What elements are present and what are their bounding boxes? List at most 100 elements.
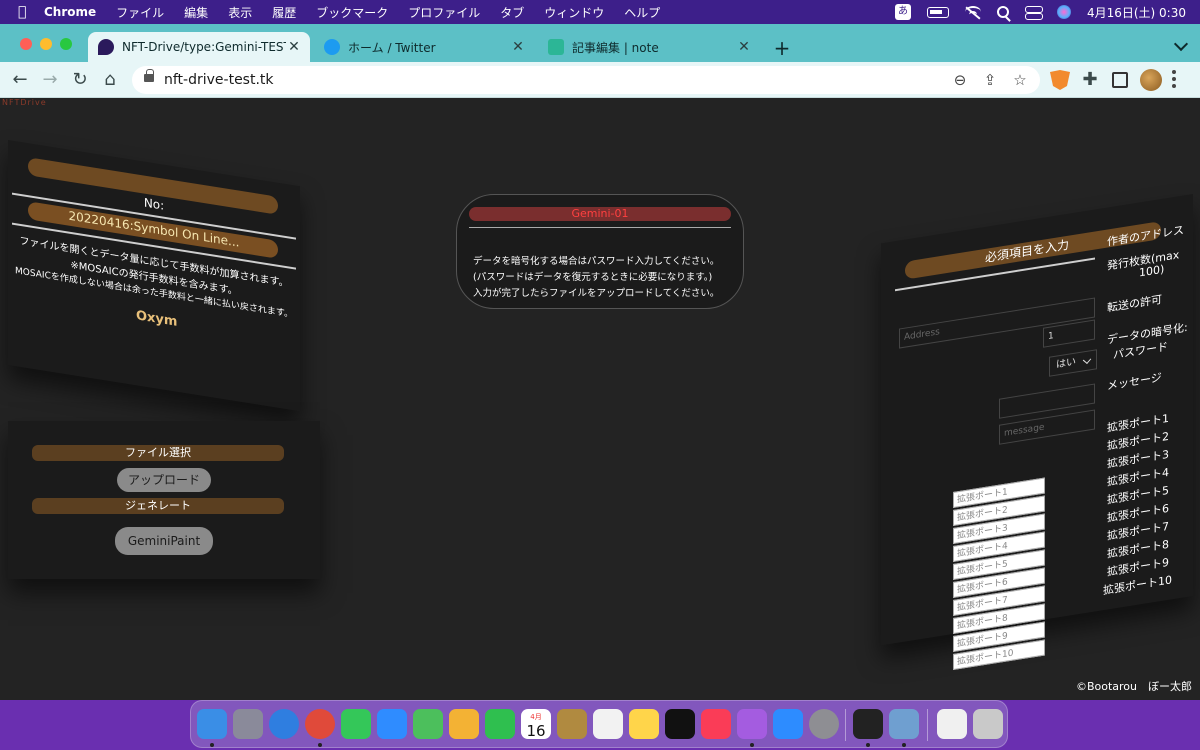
- launchpad-icon[interactable]: [233, 709, 263, 739]
- input-method-icon[interactable]: あ: [894, 4, 911, 20]
- back-arrow-icon[interactable]: ←: [8, 68, 32, 92]
- lock-icon[interactable]: [144, 69, 154, 82]
- menu-bar:  Chrome ファイル 編集 表示 履歴 ブックマーク プロファイル タブ …: [0, 0, 1200, 24]
- mail-icon[interactable]: [377, 709, 407, 739]
- upload-button[interactable]: アップロード: [117, 468, 211, 492]
- menu-profiles[interactable]: プロファイル: [408, 4, 480, 21]
- file-select-label[interactable]: ファイル選択: [32, 445, 284, 461]
- dock-divider: [845, 709, 846, 741]
- tab-search-chevron-icon[interactable]: [1173, 36, 1189, 52]
- running-indicator: [210, 743, 214, 747]
- menu-history[interactable]: 履歴: [272, 4, 296, 21]
- apple-menu-icon[interactable]: : [18, 5, 32, 19]
- instruction-line: データを暗号化する場合はパスワード入力してください。: [473, 256, 720, 267]
- messages-icon[interactable]: [341, 709, 371, 739]
- close-tab-icon[interactable]: ✕: [510, 39, 526, 55]
- chrome-icon[interactable]: [305, 709, 335, 739]
- facetime-icon[interactable]: [485, 709, 515, 739]
- close-tab-icon[interactable]: ✕: [736, 39, 752, 55]
- nft-drive-icon: [98, 39, 114, 55]
- piano-app-icon[interactable]: [853, 709, 883, 739]
- safari-icon[interactable]: [269, 709, 299, 739]
- instruction-line: 入力が完了したらファイルをアップロードしてください。: [473, 288, 720, 299]
- menu-window[interactable]: ウィンドウ: [544, 4, 604, 21]
- running-indicator: [866, 743, 870, 747]
- apple-tv-icon[interactable]: [665, 709, 695, 739]
- menu-tab[interactable]: タブ: [500, 4, 524, 21]
- mint-count-label-2: 100): [1139, 262, 1165, 280]
- maps-icon[interactable]: [413, 709, 443, 739]
- close-window-button[interactable]: [20, 38, 32, 50]
- transfer-select[interactable]: はい: [1049, 349, 1097, 377]
- menu-edit[interactable]: 編集: [184, 4, 208, 21]
- podcasts-icon[interactable]: [737, 709, 767, 739]
- profile-avatar[interactable]: [1140, 69, 1162, 91]
- address-bar[interactable]: nft-drive-test.tk ⊖ ⇪ ☆: [132, 66, 1040, 94]
- battery-icon[interactable]: [926, 6, 949, 18]
- system-preferences-icon[interactable]: [809, 709, 839, 739]
- browser-toolbar: ← → ↻ ⌂ nft-drive-test.tk ⊖ ⇪ ☆ ✚: [0, 62, 1200, 98]
- trash-icon[interactable]: [973, 709, 1003, 739]
- minimize-window-button[interactable]: [40, 38, 52, 50]
- close-tab-icon[interactable]: ✕: [286, 39, 302, 55]
- control-center-icon[interactable]: [1024, 6, 1043, 20]
- form-title: 必須項目を入力: [985, 237, 1070, 265]
- required-fields-panel: 必須項目を入力 作者のアドレス 発行枚数(max 100) 転送の許可 データの…: [881, 194, 1193, 671]
- tab-twitter[interactable]: ホーム / Twitter ✕: [314, 32, 534, 62]
- spotlight-search-icon[interactable]: [996, 6, 1009, 18]
- web-page: NFTDrive No: 20220416:Symbol On Line... …: [0, 98, 1200, 700]
- tab-nft-drive[interactable]: NFT-Drive/type:Gemini-TEST_| ✕: [88, 32, 310, 62]
- bookmark-star-icon[interactable]: ☆: [1010, 70, 1030, 90]
- more-menu-icon[interactable]: [1172, 70, 1176, 90]
- menu-view[interactable]: 表示: [228, 4, 252, 21]
- home-icon[interactable]: ⌂: [98, 68, 122, 92]
- metamask-fox-icon[interactable]: [1050, 70, 1070, 90]
- menu-bookmarks[interactable]: ブックマーク: [316, 4, 388, 21]
- twitter-bird-icon: [324, 39, 340, 55]
- panel-title: Gemini-01: [469, 207, 731, 221]
- symbol-wallet-icon[interactable]: [557, 709, 587, 739]
- reload-icon[interactable]: ↻: [68, 68, 92, 92]
- nft-info-panel: No: 20220416:Symbol On Line... ファイルを開くとデ…: [8, 140, 300, 412]
- file-panel: ファイル選択 アップロード ジェネレート GeminiPaint: [8, 421, 320, 579]
- running-indicator: [318, 743, 322, 747]
- siri-icon[interactable]: [1056, 5, 1071, 19]
- music-icon[interactable]: [701, 709, 731, 739]
- menu-file[interactable]: ファイル: [116, 4, 164, 21]
- notes-icon[interactable]: [629, 709, 659, 739]
- oxym-logo: Oxym: [136, 308, 178, 330]
- tab-title: ホーム / Twitter: [348, 40, 436, 55]
- menu-clock[interactable]: 4月16日(土) 0:30: [1087, 4, 1186, 21]
- window-controls: [20, 38, 72, 50]
- message-label: メッセージ: [1107, 370, 1162, 393]
- menu-app-name[interactable]: Chrome: [44, 5, 96, 19]
- site-brand: NFTDrive: [2, 98, 47, 107]
- tab-title: 記事編集 | note: [572, 40, 659, 55]
- finder-icon[interactable]: [197, 709, 227, 739]
- calendar-icon[interactable]: 4月 16: [521, 709, 551, 739]
- dock: 4月 16: [190, 700, 1008, 748]
- zoom-icon[interactable]: ⊖: [950, 70, 970, 90]
- menu-help[interactable]: ヘルプ: [624, 4, 660, 21]
- tab-note[interactable]: 記事編集 | note ✕: [538, 32, 760, 62]
- transfer-label: 転送の許可: [1107, 292, 1162, 315]
- side-panel-icon[interactable]: [1112, 72, 1128, 88]
- tab-title: NFT-Drive/type:Gemini-TEST_|: [122, 40, 286, 54]
- instruction-line: (パスワードはデータを復元するときに必要になります。): [473, 272, 713, 283]
- photos-icon[interactable]: [449, 709, 479, 739]
- zoom-window-button[interactable]: [60, 38, 72, 50]
- extensions-puzzle-icon[interactable]: ✚: [1078, 68, 1102, 92]
- calendar-day: 16: [526, 722, 546, 740]
- gemini-paint-button[interactable]: GeminiPaint: [115, 527, 213, 555]
- reminders-icon[interactable]: [593, 709, 623, 739]
- wifi-off-icon[interactable]: [964, 6, 981, 18]
- url-text[interactable]: nft-drive-test.tk: [164, 72, 274, 88]
- share-icon[interactable]: ⇪: [980, 70, 1000, 90]
- new-tab-button[interactable]: +: [772, 36, 792, 60]
- running-indicator: [750, 743, 754, 747]
- app-store-icon[interactable]: [773, 709, 803, 739]
- preview-icon[interactable]: [889, 709, 919, 739]
- forward-arrow-icon[interactable]: →: [38, 68, 62, 92]
- text-document-icon[interactable]: [937, 709, 967, 739]
- instruction-panel: Gemini-01 データを暗号化する場合はパスワード入力してください。 (パス…: [456, 194, 744, 309]
